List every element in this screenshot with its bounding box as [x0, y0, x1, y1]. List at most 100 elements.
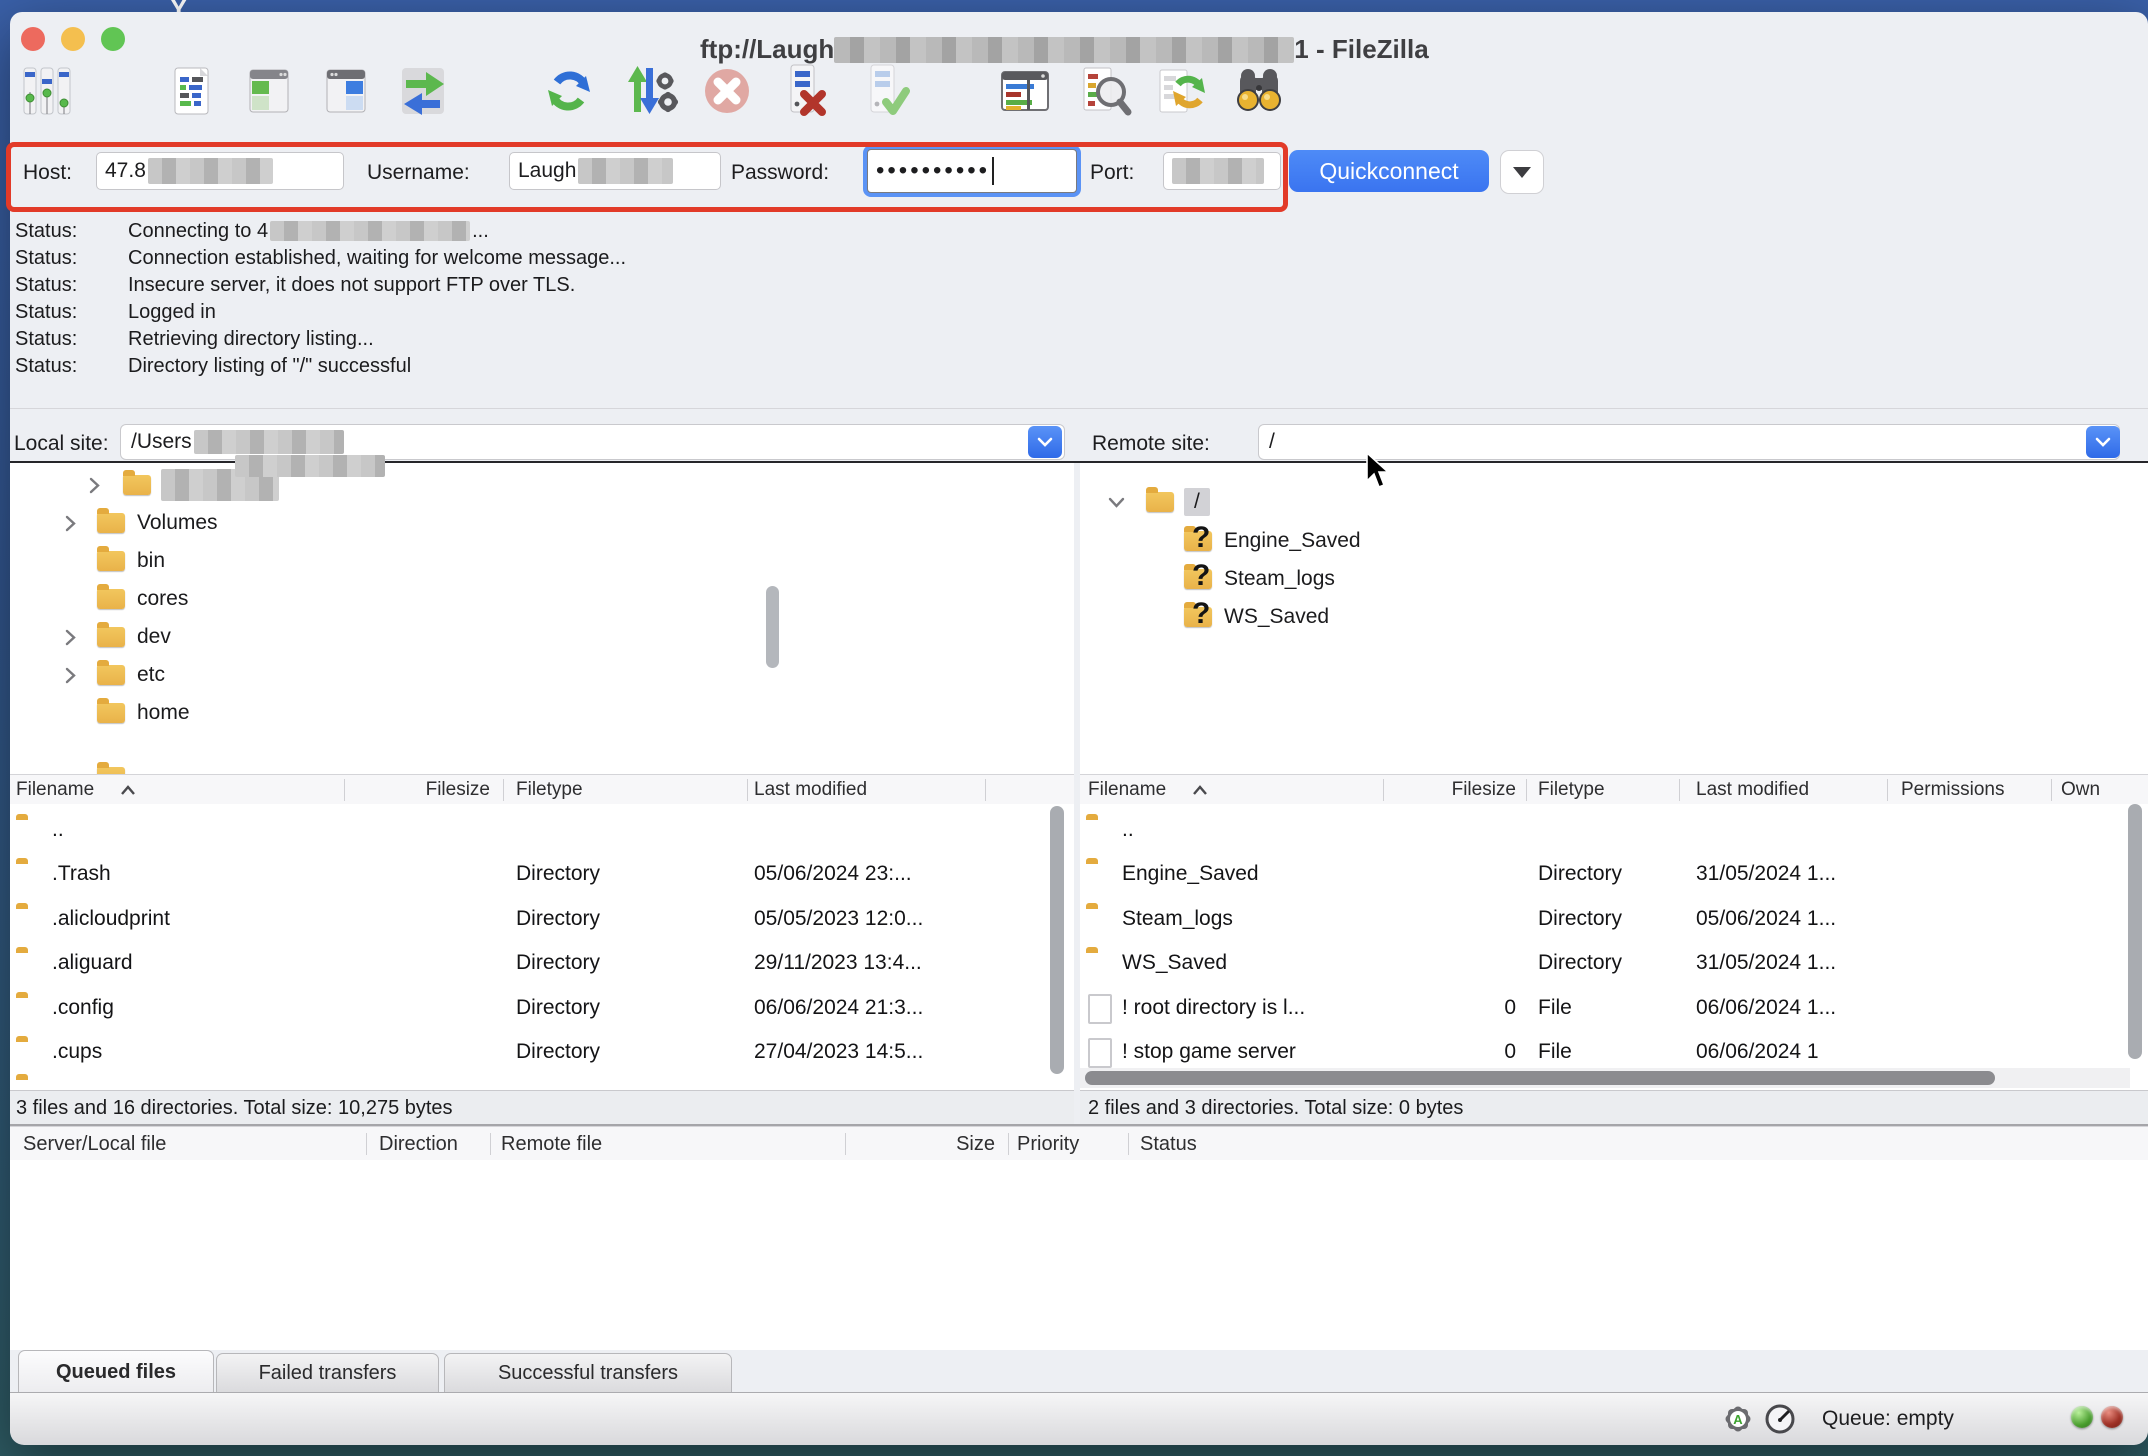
column-filetype[interactable]: Filetype [516, 779, 583, 801]
tree-item-bin[interactable]: bin [97, 543, 165, 579]
status-message: Logged in [128, 301, 216, 324]
table-row[interactable]: .. [1080, 808, 2148, 852]
tree-item-cores[interactable]: cores [97, 581, 188, 617]
column-last-modified[interactable]: Last modified [1696, 779, 1809, 801]
reconnect-button[interactable] [856, 62, 914, 120]
toggle-transfer-queue-button[interactable] [394, 62, 452, 120]
table-row[interactable]: .. [10, 808, 1074, 852]
tab-label: Failed transfers [259, 1362, 397, 1385]
column-server-local-file[interactable]: Server/Local file [23, 1133, 166, 1156]
local-list-scrollbar[interactable] [1050, 806, 1064, 1074]
tree-item-root[interactable]: / [1108, 484, 1210, 520]
local-site-dropdown-button[interactable] [1028, 426, 1062, 458]
directory-comparison-button[interactable] [996, 62, 1054, 120]
speed-limits-icon[interactable] [1764, 1403, 1796, 1435]
close-button[interactable] [21, 27, 45, 51]
table-row[interactable]: Engine_Saved Directory 31/05/2024 1... [1080, 852, 2148, 896]
remote-list-header[interactable]: Filename Filesize Filetype Last modified… [1080, 774, 2148, 806]
column-owner[interactable]: Own [2061, 779, 2100, 801]
local-tree-scrollbar[interactable] [766, 586, 779, 668]
toggle-local-tree-button[interactable] [240, 62, 298, 120]
column-filename[interactable]: Filename [16, 779, 94, 801]
tab-successful-transfers[interactable]: Successful transfers [444, 1353, 732, 1393]
password-input[interactable]: •••••••••• [866, 148, 1078, 194]
table-row[interactable]: .config Directory 06/06/2024 21:3... [10, 986, 1074, 1030]
local-file-list[interactable]: .. .Trash Directory 05/06/2024 23:... .a… [10, 804, 1074, 1090]
username-input[interactable]: Laugh [509, 152, 721, 190]
cell-filename: .Trash [52, 862, 111, 886]
remote-horizontal-scrollbar[interactable] [1080, 1068, 2130, 1088]
window-title-suffix: 1 - FileZilla [1294, 34, 1428, 65]
tree-item-dev[interactable]: dev [64, 619, 171, 655]
toggle-remote-tree-button[interactable] [317, 62, 375, 120]
cancel-button[interactable] [698, 62, 756, 120]
scrollbar-thumb[interactable] [1085, 1071, 1995, 1085]
filename-filters-button[interactable] [1076, 62, 1134, 120]
process-queue-button[interactable] [622, 62, 680, 120]
tree-item-volumes[interactable]: Volumes [64, 505, 218, 541]
table-row[interactable]: ! root directory is l... 0 File 06/06/20… [1080, 986, 2148, 1030]
table-row[interactable]: .alicloudprint Directory 05/05/2023 12:0… [10, 897, 1074, 941]
cell-filename: Steam_logs [1122, 907, 1233, 931]
cell-filesize: 0 [1416, 996, 1516, 1020]
column-direction[interactable]: Direction [379, 1133, 458, 1156]
local-list-header[interactable]: Filename Filesize Filetype Last modified [10, 774, 1074, 806]
tree-item-steam-logs[interactable]: ? Steam_logs [1184, 561, 1335, 597]
column-remote-file[interactable]: Remote file [501, 1133, 602, 1156]
auto-transfer-mode-icon[interactable]: A [1722, 1403, 1754, 1435]
column-permissions[interactable]: Permissions [1901, 779, 2004, 801]
refresh-button[interactable] [540, 62, 598, 120]
remote-site-dropdown-button[interactable] [2086, 426, 2120, 458]
status-message: Connecting to 4 [128, 220, 268, 243]
local-summary-text: 3 files and 16 directories. Total size: … [16, 1097, 453, 1120]
expander-down-icon[interactable] [1108, 496, 1125, 509]
site-manager-button[interactable] [16, 62, 74, 120]
column-status[interactable]: Status [1140, 1133, 1197, 1156]
folder-icon [97, 513, 125, 533]
expander-right-icon[interactable] [64, 629, 77, 646]
table-row[interactable]: .aliguard Directory 29/11/2023 13:4... [10, 941, 1074, 985]
remote-list-scrollbar[interactable] [2128, 804, 2142, 1059]
column-size[interactable]: Size [915, 1133, 995, 1156]
queue-header[interactable]: Server/Local file Direction Remote file … [10, 1126, 2148, 1162]
cell-modified: 31/05/2024 1... [1696, 951, 1836, 975]
expander-right-icon[interactable] [64, 515, 77, 532]
tree-item-engine-saved[interactable]: ? Engine_Saved [1184, 523, 1361, 559]
tree-item-home[interactable]: home [97, 695, 190, 731]
disconnect-button[interactable] [776, 62, 834, 120]
table-row[interactable]: WS_Saved Directory 31/05/2024 1... [1080, 941, 2148, 985]
remote-tree-pane[interactable]: / ? Engine_Saved ? Steam_logs ? WS_Saved [1080, 463, 2148, 774]
remote-summary-bar: 2 files and 3 directories. Total size: 0… [1080, 1090, 2148, 1125]
column-filesize[interactable]: Filesize [390, 779, 490, 801]
table-row[interactable]: .cups Directory 27/04/2023 14:5... [10, 1030, 1074, 1074]
tab-failed-transfers[interactable]: Failed transfers [216, 1353, 439, 1393]
tab-queued-files[interactable]: Queued files [18, 1350, 214, 1393]
quickconnect-dropdown-button[interactable] [1500, 150, 1544, 194]
queue-status-text: Queue: empty [1822, 1407, 1954, 1431]
toggle-log-view-button[interactable] [163, 62, 221, 120]
redacted-spill [235, 455, 385, 477]
column-last-modified[interactable]: Last modified [754, 779, 867, 801]
minimize-button[interactable] [61, 27, 85, 51]
zoom-button[interactable] [101, 27, 125, 51]
expander-right-icon[interactable] [64, 667, 77, 684]
table-row[interactable]: Steam_logs Directory 05/06/2024 1... [1080, 897, 2148, 941]
find-files-button[interactable] [1228, 62, 1286, 120]
status-indicator-red [2101, 1406, 2123, 1428]
synchronized-browsing-button[interactable] [1152, 62, 1210, 120]
port-input[interactable] [1163, 152, 1281, 190]
queue-body[interactable] [10, 1160, 2148, 1350]
column-filename[interactable]: Filename [1088, 779, 1166, 801]
remote-file-list[interactable]: .. Engine_Saved Directory 31/05/2024 1..… [1080, 804, 2148, 1090]
tree-item-etc[interactable]: etc [64, 657, 165, 693]
tree-item-ws-saved[interactable]: ? WS_Saved [1184, 599, 1329, 635]
local-tree-pane[interactable]: Volumes bin cores dev etc home [10, 463, 1074, 774]
quickconnect-button[interactable]: Quickconnect [1289, 150, 1489, 192]
expander-right-icon[interactable] [88, 477, 101, 494]
tree-item-partial[interactable] [97, 759, 125, 774]
column-priority[interactable]: Priority [1017, 1133, 1079, 1156]
host-input[interactable]: 47.8 [96, 152, 344, 190]
column-filesize[interactable]: Filesize [1416, 779, 1516, 801]
table-row[interactable]: .Trash Directory 05/06/2024 23:... [10, 852, 1074, 896]
column-filetype[interactable]: Filetype [1538, 779, 1605, 801]
